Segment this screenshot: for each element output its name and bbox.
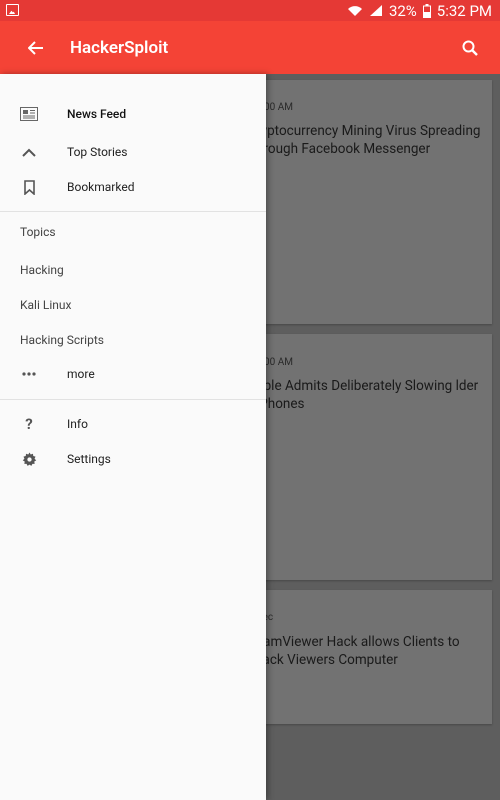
status-bar: 32% 5:32 PM	[0, 0, 500, 21]
drawer-item-label: News Feed	[67, 107, 127, 121]
drawer-item-top-stories[interactable]: Top Stories	[0, 136, 266, 168]
navigation-drawer: News Feed Top Stories Bookmarked Topics …	[0, 74, 266, 800]
battery-percent: 32%	[388, 1, 417, 20]
back-button[interactable]	[8, 21, 64, 74]
drawer-item-label: Bookmarked	[67, 180, 135, 194]
clock: 5:32 PM	[436, 1, 492, 20]
topics-header: Topics	[20, 225, 56, 239]
gear-icon	[20, 450, 38, 468]
drawer-item-label: Settings	[67, 452, 111, 466]
bookmark-icon	[20, 178, 38, 196]
news-card-headline: ryptocurrency Mining Virus Spreading hro…	[256, 123, 481, 157]
drawer-item-info[interactable]: ? Info	[0, 408, 266, 440]
app-title: HackerSploit	[70, 37, 169, 58]
battery-icon	[422, 3, 431, 18]
search-icon	[462, 40, 478, 56]
news-card-headline: eamViewer Hack allows Clients to ijack V…	[256, 634, 460, 668]
drawer-item-bookmarked[interactable]: Bookmarked	[0, 171, 266, 203]
wifi-icon	[347, 4, 363, 18]
search-button[interactable]	[458, 36, 482, 60]
more-horizontal-icon	[20, 365, 38, 383]
drawer-item-topic-kali-linux[interactable]: Kali Linux	[20, 298, 71, 312]
drawer-item-topic-hacking[interactable]: Hacking	[20, 263, 64, 277]
drawer-item-news-feed[interactable]: News Feed	[0, 98, 266, 130]
chevron-up-icon	[20, 143, 38, 161]
newspaper-icon	[20, 105, 38, 123]
gallery-notification-icon	[6, 4, 19, 16]
drawer-item-more[interactable]: more	[0, 358, 266, 390]
divider	[0, 211, 266, 212]
news-card-headline: pple Admits Deliberately Slowing lder iP…	[256, 378, 479, 412]
arrow-back-icon	[28, 40, 43, 55]
drawer-item-topic-hacking-scripts[interactable]: Hacking Scripts	[20, 333, 104, 347]
signal-icon	[369, 4, 383, 17]
app-bar: HackerSploit	[0, 21, 500, 74]
drawer-item-label: Top Stories	[67, 145, 128, 159]
help-icon: ?	[25, 415, 33, 433]
drawer-item-label: Info	[67, 417, 88, 431]
drawer-item-label: more	[67, 367, 95, 381]
drawer-item-settings[interactable]: Settings	[0, 443, 266, 475]
divider	[0, 399, 266, 400]
